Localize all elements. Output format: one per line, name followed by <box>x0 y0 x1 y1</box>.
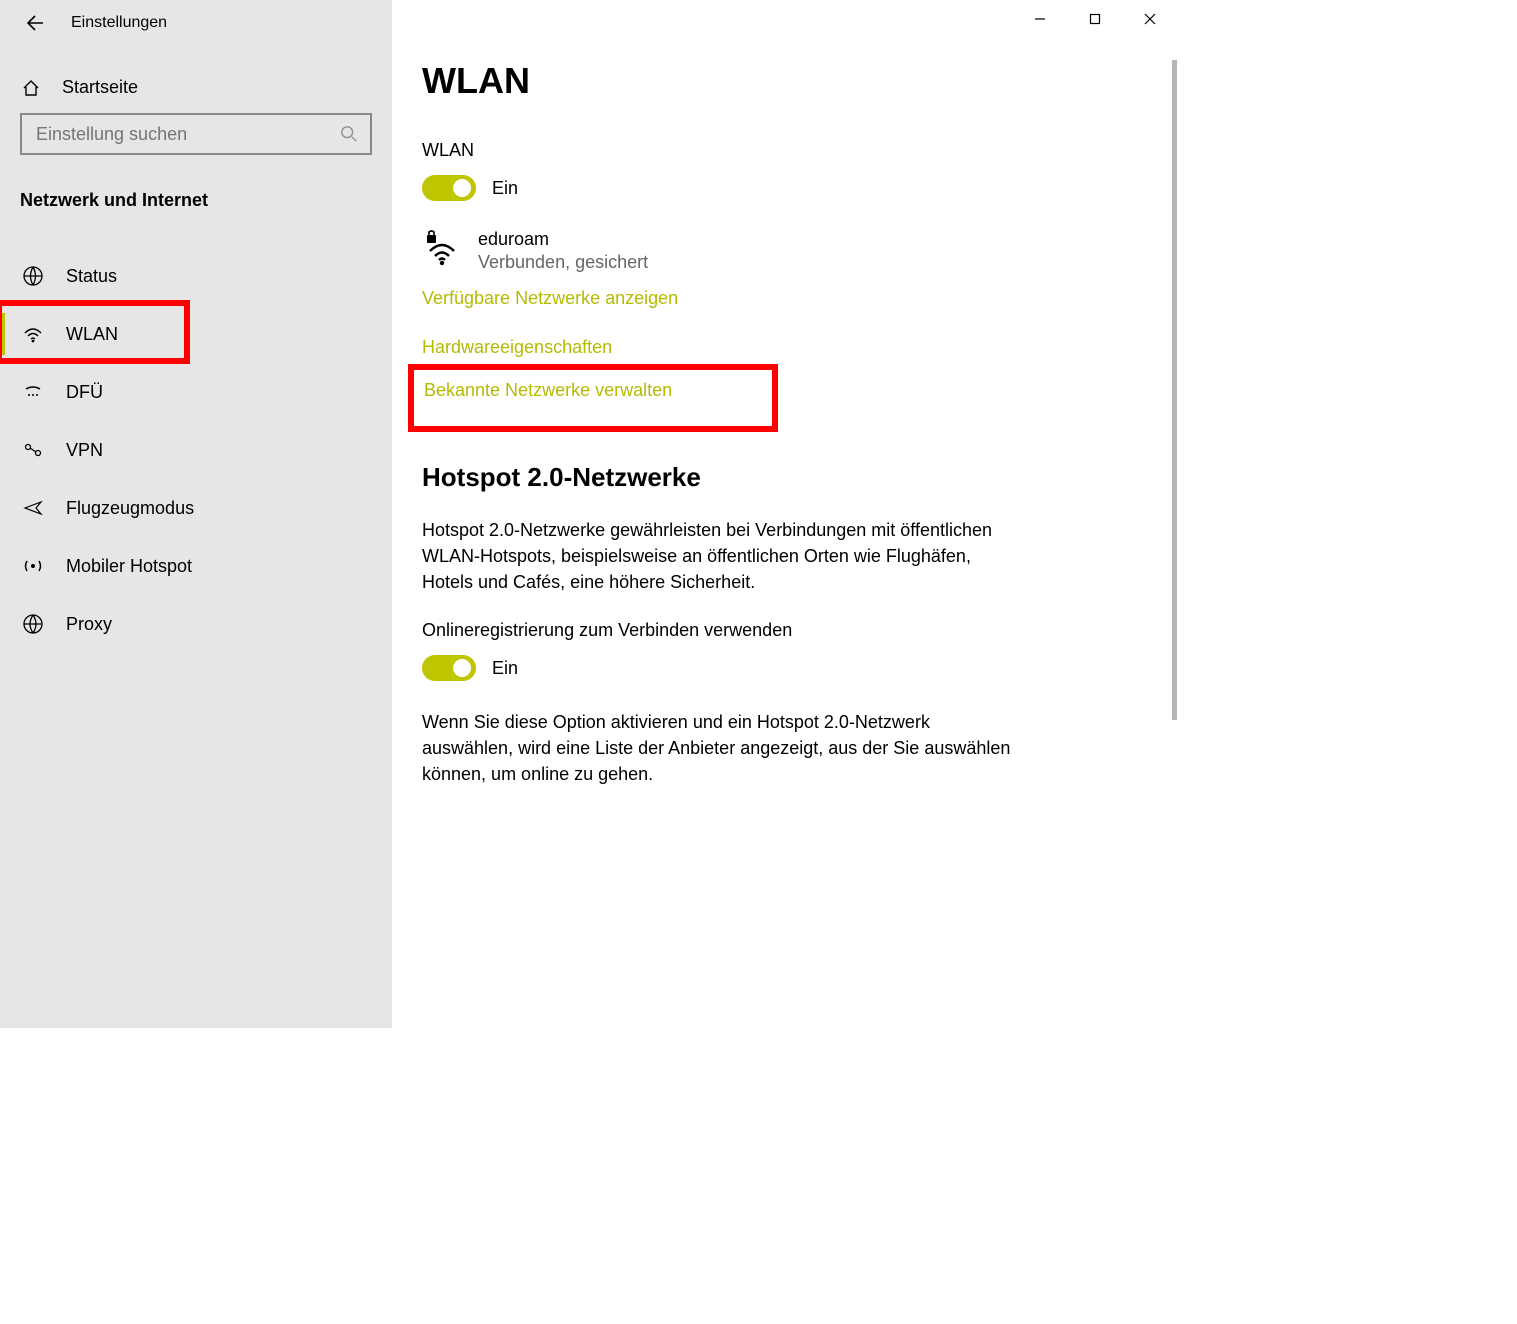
network-status: Verbunden, gesichert <box>478 252 648 273</box>
scrollbar[interactable] <box>1172 60 1177 720</box>
arrow-left-icon <box>23 13 43 33</box>
sidebar-item-proxy[interactable]: Proxy <box>0 595 392 653</box>
close-icon <box>1144 13 1156 25</box>
wifi-secured-icon <box>422 229 464 269</box>
nav-label: DFÜ <box>66 382 103 403</box>
sidebar-item-status[interactable]: Status <box>0 247 392 305</box>
nav-label: Mobiler Hotspot <box>66 556 192 577</box>
current-network[interactable]: eduroam Verbunden, gesichert <box>422 229 1147 273</box>
sidebar-item-dfu[interactable]: DFÜ <box>0 363 392 421</box>
home-icon <box>20 78 42 98</box>
annotation-highlight-known-networks: Bekannte Netzwerke verwalten <box>408 364 778 432</box>
hotspot-description: Hotspot 2.0-Netzwerke gewährleisten bei … <box>422 517 1022 595</box>
nav-label: Flugzeugmodus <box>66 498 194 519</box>
sidebar-item-flightmode[interactable]: Flugzeugmodus <box>0 479 392 537</box>
online-registration-state: Ein <box>492 658 518 679</box>
sidebar-item-vpn[interactable]: VPN <box>0 421 392 479</box>
nav-label: Status <box>66 266 117 287</box>
nav-label: VPN <box>66 440 103 461</box>
airplane-icon <box>20 497 46 519</box>
page-title: WLAN <box>422 60 1147 102</box>
search-input[interactable] <box>34 123 340 146</box>
annotation-highlight-wlan <box>0 300 190 364</box>
maximize-icon <box>1089 13 1101 25</box>
wlan-toggle-state: Ein <box>492 178 518 199</box>
back-button[interactable] <box>15 5 51 41</box>
search-icon <box>340 125 358 143</box>
link-manage-known-networks[interactable]: Bekannte Netzwerke verwalten <box>424 380 762 401</box>
sidebar-home[interactable]: Startseite <box>0 57 392 108</box>
online-registration-description: Wenn Sie diese Option aktivieren und ein… <box>422 709 1022 787</box>
app-title: Einstellungen <box>71 14 167 32</box>
hotspot-icon <box>20 555 46 577</box>
globe-icon <box>20 613 46 635</box>
search-input-wrapper[interactable] <box>20 113 372 155</box>
link-hardware-properties[interactable]: Hardwareeigenschaften <box>422 337 1147 358</box>
nav-label: Proxy <box>66 614 112 635</box>
globe-grid-icon <box>20 265 46 287</box>
hotspot-section-title: Hotspot 2.0-Netzwerke <box>422 462 1147 493</box>
minimize-icon <box>1034 13 1046 25</box>
sidebar-item-mobilehotspot[interactable]: Mobiler Hotspot <box>0 537 392 595</box>
home-label: Startseite <box>62 77 138 98</box>
category-title: Netzwerk und Internet <box>0 155 392 223</box>
wlan-toggle[interactable] <box>422 175 476 201</box>
vpn-icon <box>20 439 46 461</box>
maximize-button[interactable] <box>1067 0 1122 38</box>
close-button[interactable] <box>1122 0 1177 38</box>
minimize-button[interactable] <box>1012 0 1067 38</box>
wlan-section-label: WLAN <box>422 140 1147 161</box>
link-available-networks[interactable]: Verfügbare Netzwerke anzeigen <box>422 288 1147 309</box>
online-registration-toggle[interactable] <box>422 655 476 681</box>
online-registration-label: Onlineregistrierung zum Verbinden verwen… <box>422 620 1147 641</box>
network-name: eduroam <box>478 229 648 250</box>
dialup-icon <box>20 381 46 403</box>
